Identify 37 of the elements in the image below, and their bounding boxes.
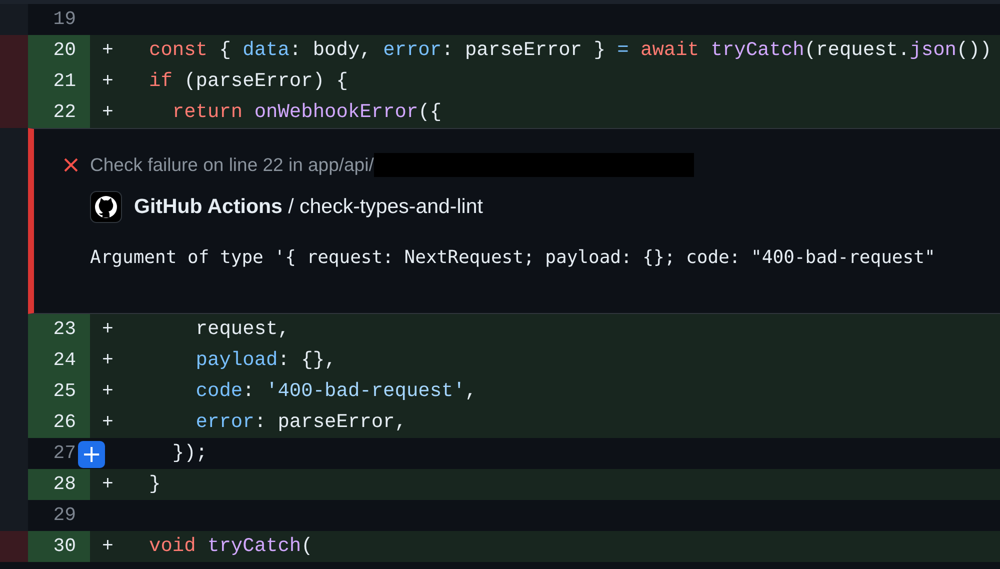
added-line-marker: + xyxy=(102,349,114,371)
added-line-marker: + xyxy=(102,535,114,557)
added-line-marker: + xyxy=(102,39,114,61)
code-line: return onWebhookError({ xyxy=(171,101,442,123)
added-line-marker: + xyxy=(102,101,114,123)
annotation-heading: Check failure on line 22 in app/api/ xyxy=(90,154,374,176)
code-line: request, xyxy=(194,318,290,340)
line-number: 23 xyxy=(28,314,90,345)
line-number: 26 xyxy=(28,407,90,438)
code-line: if (parseError) { xyxy=(149,70,348,92)
line-number: 27 xyxy=(52,441,77,466)
failure-x-icon xyxy=(64,158,78,172)
error-message: Argument of type '{ request: NextRequest; payload: {}; code: "400-bad-request" xyxy=(90,247,936,268)
code-line: const { data: body, error: parseError } = await tryCatch(request.json()) xyxy=(149,39,992,61)
code-line: error: parseError, xyxy=(194,411,406,433)
code-line: payload: {}, xyxy=(194,349,336,371)
line-number: 22 xyxy=(28,97,90,128)
line-number: 24 xyxy=(28,345,90,376)
added-line-marker: + xyxy=(102,411,114,433)
add-comment-button[interactable]: + xyxy=(78,441,105,468)
cat-logo-icon xyxy=(90,191,122,223)
added-line-marker: + xyxy=(102,380,114,402)
code-line: } xyxy=(149,473,161,495)
added-line-marker: + xyxy=(102,473,114,495)
added-line-marker: + xyxy=(102,318,114,340)
check-source-title: GitHub Actions / check-types-and-lint xyxy=(134,195,483,219)
code-line: void tryCatch( xyxy=(149,535,313,557)
line-number: 20 xyxy=(28,35,90,66)
line-number: 25 xyxy=(28,376,90,407)
code-line: }); xyxy=(171,442,208,464)
line-number: 30 xyxy=(28,531,90,562)
added-line-marker: + xyxy=(102,70,114,92)
line-number: 29 xyxy=(52,503,77,528)
line-number: 19 xyxy=(52,7,77,32)
line-number: 21 xyxy=(28,66,90,97)
line-number: 28 xyxy=(28,469,90,500)
code-line: code: '400-bad-request', xyxy=(194,380,477,402)
